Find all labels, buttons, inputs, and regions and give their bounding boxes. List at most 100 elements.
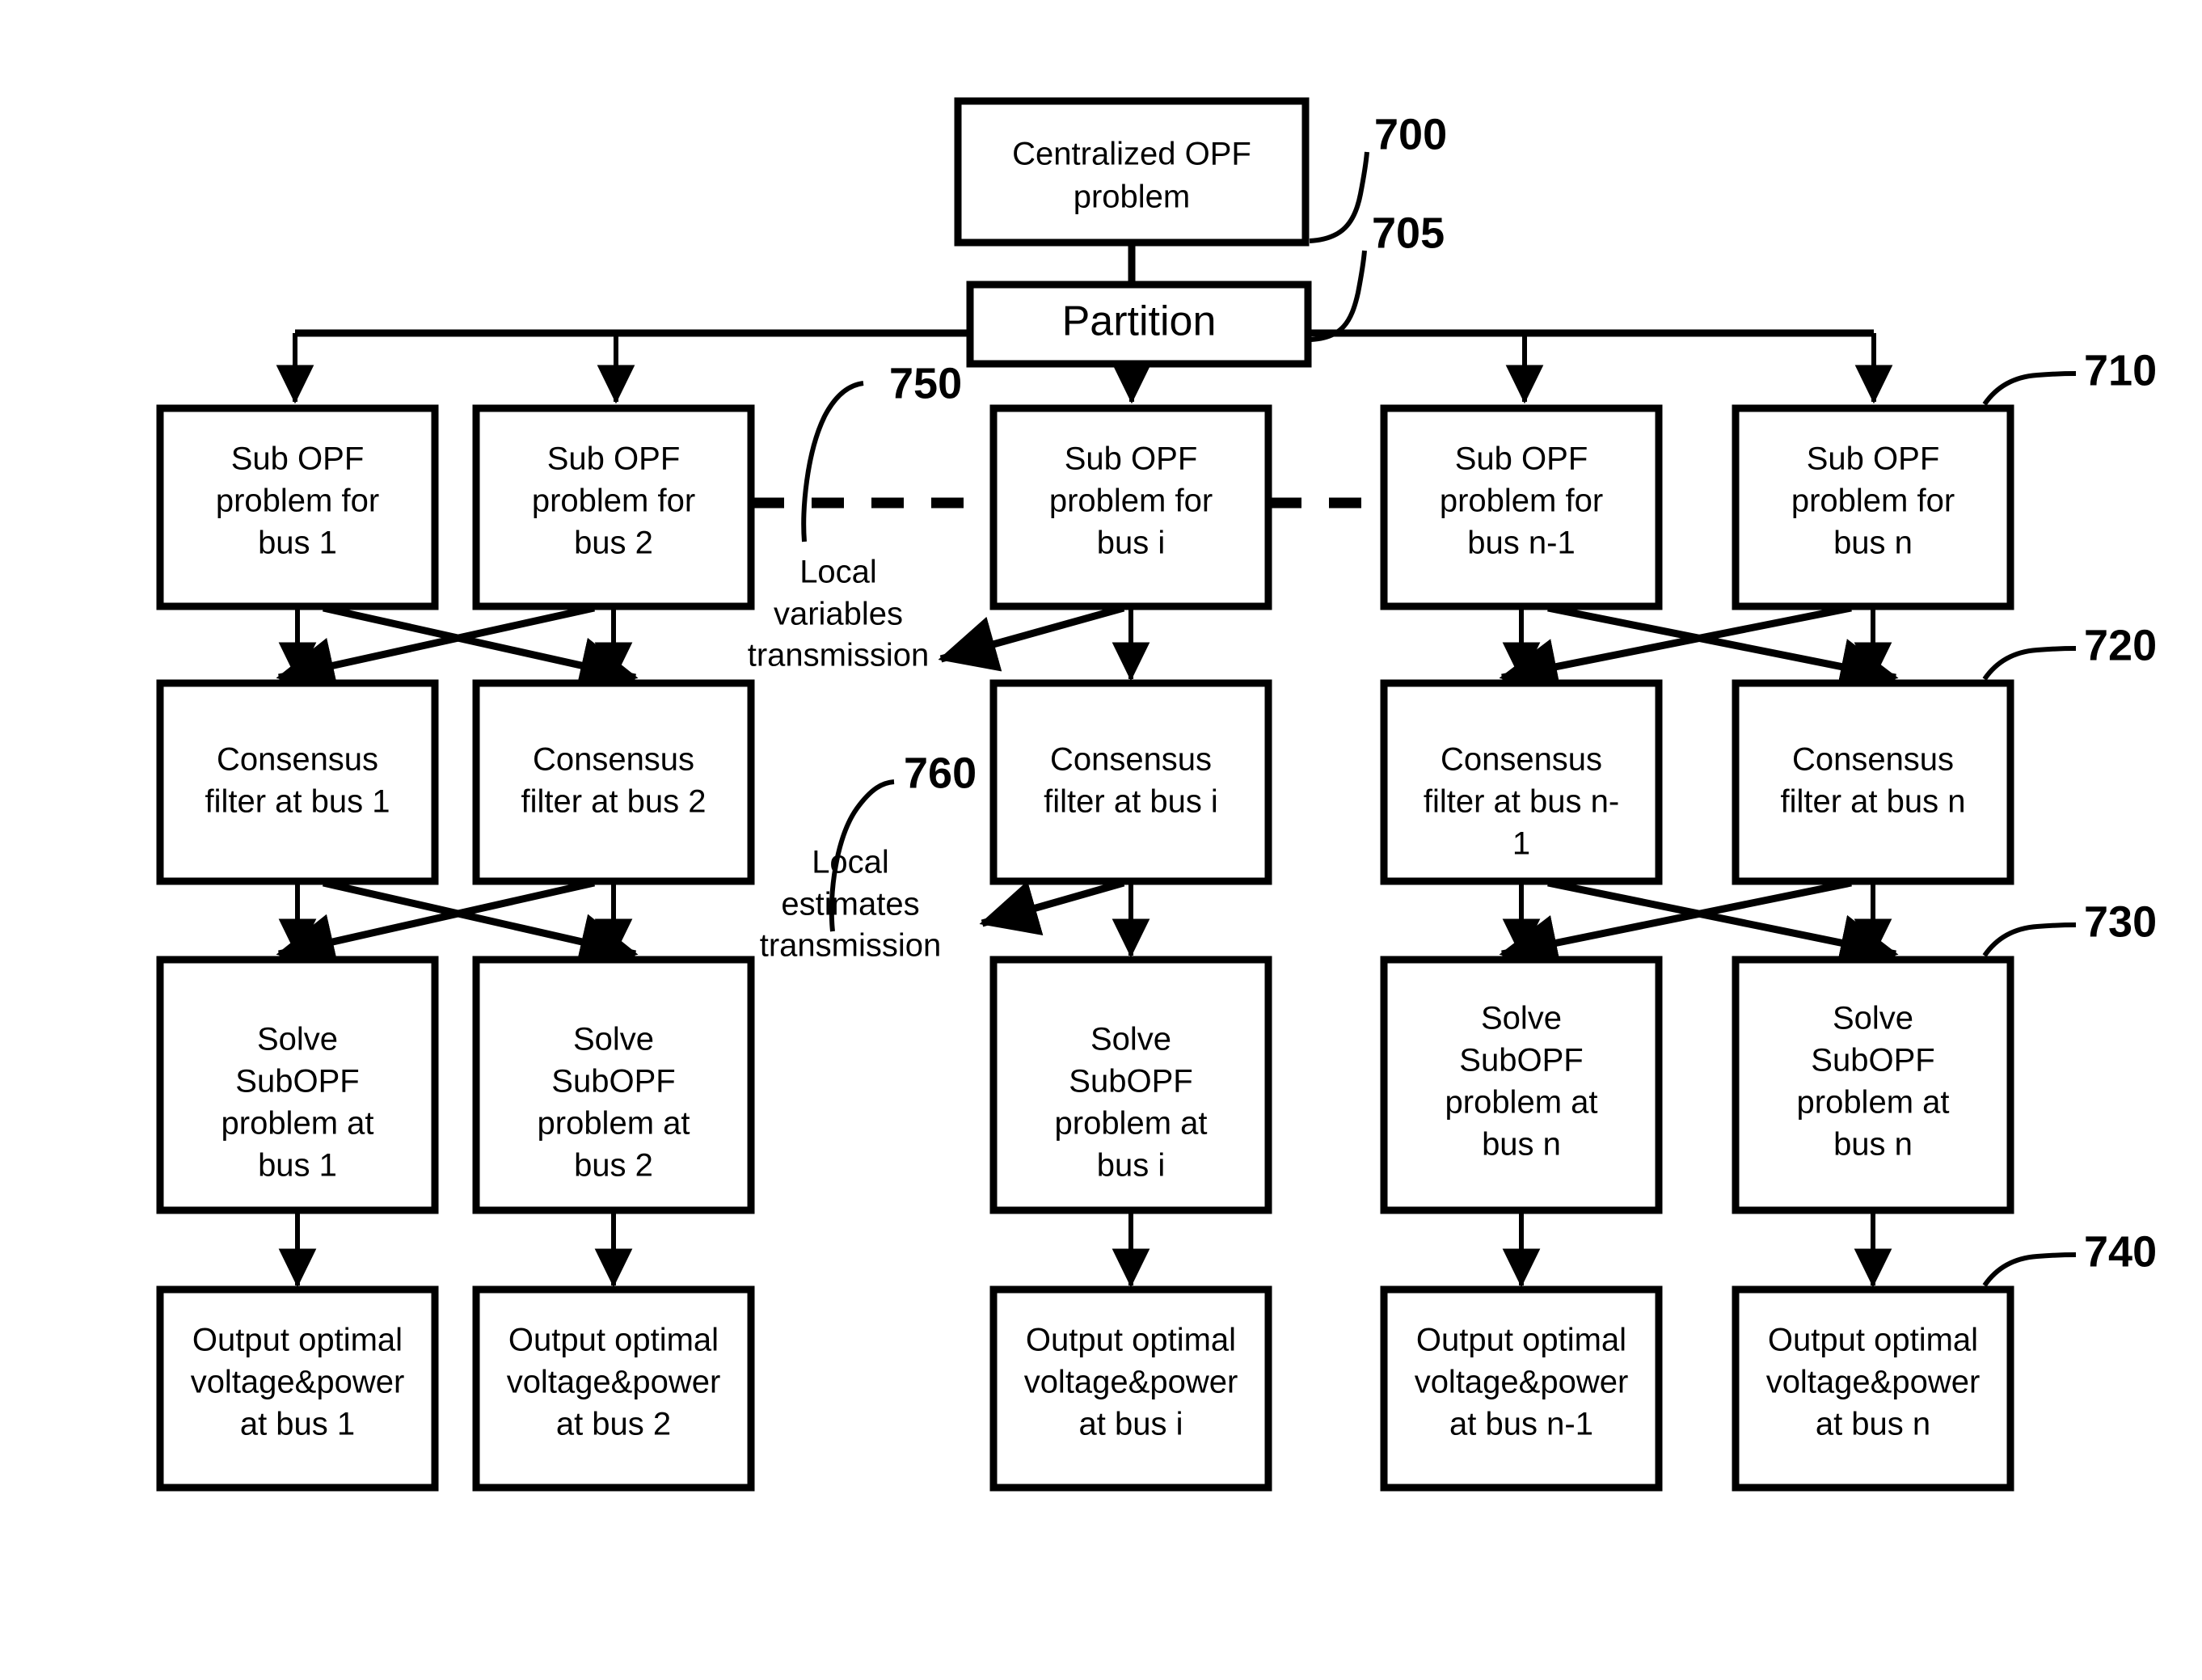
subopf-bus-1-line-1: problem for	[216, 483, 379, 519]
ref-number-740: 740	[2084, 1227, 2157, 1276]
node-output-bus-1[interactable]: Output optimal voltage&power at bus 1	[156, 1285, 439, 1492]
node-output-bus-2[interactable]: Output optimal voltage&power at bus 2	[472, 1285, 755, 1492]
consensus-bus-i-line-1: filter at bus i	[1044, 784, 1218, 820]
output-bus-i-line-0: Output optimal	[1026, 1323, 1236, 1358]
consensus-bus-n-1-line-2: 1	[1512, 826, 1530, 862]
output-bus-1-line-0: Output optimal	[192, 1323, 403, 1358]
subopf-bus-n-line-2: bus n	[1833, 526, 1913, 561]
node-subopf-bus-1[interactable]: Sub OPF problem for bus 1	[156, 404, 439, 610]
node-centralized-opf[interactable]: Centralized OPF problem	[954, 97, 1310, 247]
node-output-bus-n-1[interactable]: Output optimal voltage&power at bus n-1	[1380, 1285, 1663, 1492]
ref-number-720: 720	[2084, 621, 2157, 669]
local-estimates-line-1: estimates	[781, 887, 919, 922]
consensus-bus-i-line-0: Consensus	[1050, 742, 1212, 778]
consensus-bus-n-line-0: Consensus	[1792, 742, 1954, 778]
consensus-bus-i-box[interactable]	[989, 679, 1272, 885]
ref-number-700: 700	[1374, 110, 1447, 158]
output-bus-n-1-line-1: voltage&power	[1415, 1365, 1629, 1400]
consensus-bus-2-line-0: Consensus	[533, 742, 694, 778]
subopf-bus-n-1-line-1: problem for	[1440, 483, 1603, 519]
subopf-bus-i-line-1: problem for	[1049, 483, 1213, 519]
flowchart-canvas: Centralized OPF problem 700 Partition 70…	[156, 97, 2157, 1492]
node-consensus-bus-n-1[interactable]: Consensus filter at bus n- 1	[1380, 679, 1663, 885]
solve-bus-i-line-1: SubOPF	[1069, 1064, 1192, 1100]
subopf-bus-n-line-1: problem for	[1791, 483, 1955, 519]
node-output-bus-n[interactable]: Output optimal voltage&power at bus n	[1732, 1285, 2014, 1492]
arrow-consensus2-to-solve1	[276, 879, 595, 970]
solve-bus-2-line-0: Solve	[573, 1022, 654, 1057]
solve-bus-2-line-1: SubOPF	[551, 1064, 675, 1100]
solve-bus-n-1-line-3: bus n	[1482, 1127, 1561, 1163]
node-subopf-bus-n[interactable]: Sub OPF problem for bus n	[1732, 404, 2014, 610]
node-consensus-bus-n[interactable]: Consensus filter at bus n	[1732, 679, 2014, 885]
solve-bus-n-1-line-2: problem at	[1445, 1085, 1598, 1121]
ref-number-760: 760	[904, 749, 977, 797]
solve-bus-n-line-0: Solve	[1833, 1001, 1913, 1036]
node-solve-bus-i[interactable]: Solve SubOPF problem at bus i	[989, 956, 1272, 1214]
consensus-bus-2-box[interactable]	[472, 679, 755, 885]
node-subopf-bus-n-1[interactable]: Sub OPF problem for bus n-1	[1380, 404, 1663, 610]
ref-number-710: 710	[2084, 346, 2157, 395]
consensus-bus-1-box[interactable]	[156, 679, 439, 885]
output-bus-2-line-2: at bus 2	[556, 1407, 671, 1442]
arrow-local-variables-transmission	[938, 604, 1125, 672]
node-solve-bus-1[interactable]: Solve SubOPF problem at bus 1	[156, 956, 439, 1214]
ref-number-750: 750	[889, 359, 962, 407]
node-consensus-bus-i[interactable]: Consensus filter at bus i	[989, 679, 1272, 885]
node-subopf-bus-i[interactable]: Sub OPF problem for bus i	[989, 404, 1272, 610]
local-estimates-line-2: transmission	[760, 928, 942, 964]
arrow-consensusn-to-solven1	[1499, 879, 1852, 971]
node-output-bus-i[interactable]: Output optimal voltage&power at bus i	[989, 1285, 1272, 1492]
node-solve-bus-n[interactable]: Solve SubOPF problem at bus n	[1732, 956, 2014, 1214]
patent-figure: Centralized OPF problem 700 Partition 70…	[0, 0, 2202, 1680]
node-consensus-bus-1[interactable]: Consensus filter at bus 1	[156, 679, 439, 885]
output-bus-n-1-line-2: at bus n-1	[1449, 1407, 1593, 1442]
centralized-opf-line-1: problem	[1074, 179, 1191, 215]
consensus-bus-n-1-line-1: filter at bus n-	[1424, 784, 1619, 820]
subopf-bus-i-line-0: Sub OPF	[1065, 441, 1198, 477]
output-bus-n-line-2: at bus n	[1816, 1407, 1930, 1442]
output-bus-n-1-line-0: Output optimal	[1416, 1323, 1626, 1358]
leader-line-705	[1310, 250, 1367, 342]
arrow-subopf1-to-consensus2	[323, 604, 639, 694]
consensus-bus-1-line-0: Consensus	[217, 742, 378, 778]
node-solve-bus-2[interactable]: Solve SubOPF problem at bus 2	[472, 956, 755, 1214]
output-bus-1-line-2: at bus 1	[240, 1407, 355, 1442]
arrow-subopfn1-to-consensusn	[1547, 604, 1899, 695]
output-bus-n-line-1: voltage&power	[1766, 1365, 1981, 1400]
leader-line-720	[1982, 646, 2077, 681]
subopf-bus-n-1-line-2: bus n-1	[1467, 526, 1575, 561]
node-solve-bus-n-1[interactable]: Solve SubOPF problem at bus n	[1380, 956, 1663, 1214]
node-partition[interactable]: Partition	[966, 281, 1312, 368]
solve-bus-1-line-3: bus 1	[258, 1148, 337, 1184]
local-estimates-line-0: Local	[812, 845, 889, 880]
solve-bus-2-line-3: bus 2	[574, 1148, 653, 1184]
output-bus-2-line-1: voltage&power	[507, 1365, 721, 1400]
local-variables-line-2: transmission	[748, 638, 930, 673]
leader-line-700	[1309, 151, 1369, 243]
subopf-bus-n-1-line-0: Sub OPF	[1455, 441, 1588, 477]
node-consensus-bus-2[interactable]: Consensus filter at bus 2	[472, 679, 755, 885]
subopf-bus-n-line-0: Sub OPF	[1807, 441, 1940, 477]
subopf-bus-2-line-0: Sub OPF	[547, 441, 681, 477]
arrow-subopf2-to-consensus1	[276, 604, 595, 694]
solve-bus-n-line-1: SubOPF	[1811, 1043, 1934, 1078]
node-subopf-bus-2[interactable]: Sub OPF problem for bus 2	[472, 404, 755, 610]
solve-bus-n-line-3: bus n	[1833, 1127, 1913, 1163]
consensus-bus-n-box[interactable]	[1732, 679, 2014, 885]
solve-bus-i-line-2: problem at	[1055, 1106, 1208, 1142]
annotation-local-estimates: Local estimates transmission	[760, 845, 942, 964]
consensus-bus-2-line-1: filter at bus 2	[521, 784, 706, 820]
solve-bus-n-line-2: problem at	[1797, 1085, 1950, 1121]
leader-line-750	[801, 381, 864, 542]
leader-line-730	[1982, 922, 2077, 957]
solve-bus-2-line-2: problem at	[538, 1106, 690, 1142]
output-bus-i-line-1: voltage&power	[1024, 1365, 1238, 1400]
solve-bus-n-1-line-1: SubOPF	[1459, 1043, 1583, 1078]
arrow-consensus1-to-solve2	[322, 879, 639, 970]
solve-bus-i-line-3: bus i	[1097, 1148, 1166, 1184]
solve-bus-1-line-0: Solve	[257, 1022, 338, 1057]
local-variables-line-1: variables	[774, 597, 903, 632]
subopf-bus-1-line-2: bus 1	[258, 526, 337, 561]
solve-bus-1-line-2: problem at	[221, 1106, 374, 1142]
